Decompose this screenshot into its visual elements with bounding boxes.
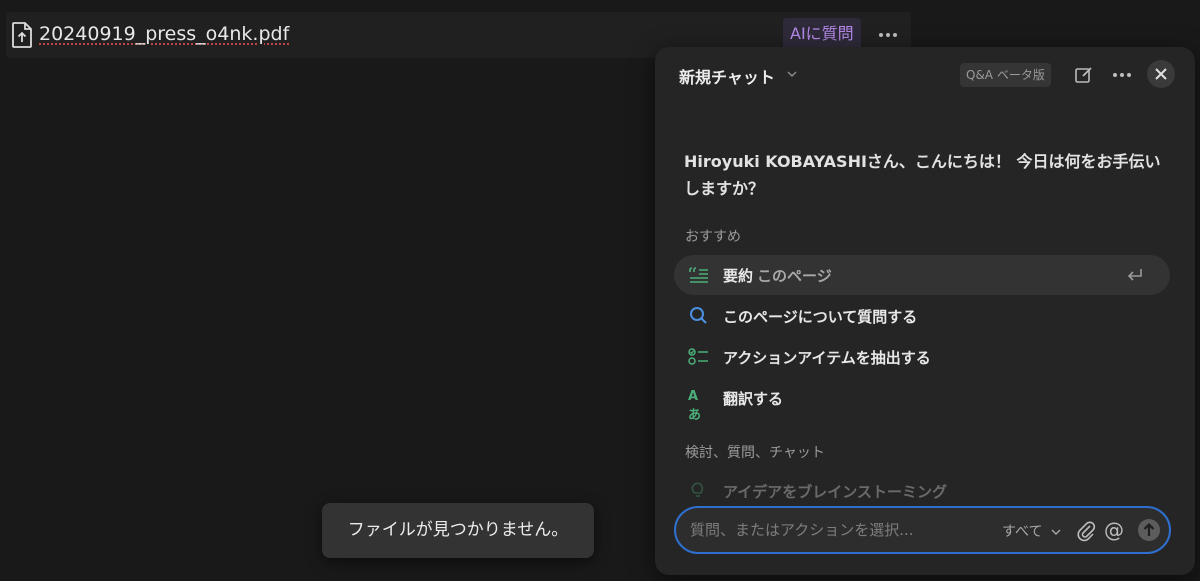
- arrow-up-icon: [1143, 523, 1155, 536]
- enter-key-icon: [1127, 269, 1142, 281]
- chevron-down-icon[interactable]: [786, 69, 798, 79]
- ai-chat-panel: 新規チャット Q&A ベータ版 Hiroyuki KOBAYASHIさん、こんに…: [655, 47, 1195, 575]
- more-options-icon[interactable]: [877, 22, 899, 48]
- recommended-section-label: おすすめ: [685, 229, 741, 245]
- new-chat-edit-icon[interactable]: [1074, 65, 1094, 85]
- suggestion-label: 要約 このページ: [723, 267, 832, 285]
- close-icon: [1155, 68, 1167, 80]
- translate-icon: Aあ: [688, 389, 702, 423]
- explore-section-label: 検討、質問、チャット: [685, 445, 825, 461]
- suggestion-translate[interactable]: Aあ 翻訳する: [674, 378, 1170, 423]
- chat-input-box: すべて @: [674, 506, 1171, 554]
- scope-selector[interactable]: すべて: [1002, 521, 1042, 541]
- ask-ai-button[interactable]: AIに質問: [783, 18, 861, 50]
- greeting-message: Hiroyuki KOBAYASHIさん、こんにちは！ 今日は何をお手伝いします…: [684, 152, 1161, 198]
- attachment-icon[interactable]: [1076, 520, 1096, 542]
- toast-notification: ファイルが見つかりません。: [322, 503, 594, 558]
- suggestion-ask-about-page[interactable]: このページについて質問する: [674, 296, 1170, 336]
- close-button[interactable]: [1147, 60, 1175, 88]
- more-options-icon[interactable]: [1111, 65, 1133, 85]
- chat-title[interactable]: 新規チャット: [679, 64, 775, 88]
- mention-icon[interactable]: @: [1104, 518, 1124, 542]
- beta-badge: Q&A ベータ版: [960, 63, 1051, 87]
- send-button[interactable]: [1138, 519, 1160, 541]
- suggestion-extract-action-items[interactable]: アクションアイテムを抽出する: [674, 337, 1170, 377]
- suggestion-brainstorm[interactable]: アイデアをブレインストーミング: [674, 471, 1170, 511]
- suggestion-label: アイデアをブレインストーミング: [723, 483, 947, 501]
- chevron-down-icon[interactable]: [1051, 528, 1061, 536]
- suggestion-summarize[interactable]: 要約 このページ: [674, 255, 1170, 295]
- suggestion-label: 翻訳する: [723, 390, 784, 408]
- summary-icon: [689, 267, 708, 283]
- suggestion-label: アクションアイテムを抽出する: [723, 349, 931, 367]
- chat-input[interactable]: [690, 519, 990, 541]
- search-icon: [690, 307, 707, 324]
- file-name[interactable]: 20240919_press_o4nk.pdf: [39, 23, 289, 45]
- file-upload-icon: [12, 22, 32, 48]
- suggestion-label: このページについて質問する: [723, 308, 918, 326]
- checklist-icon: [688, 348, 708, 365]
- lightbulb-icon: [691, 482, 704, 497]
